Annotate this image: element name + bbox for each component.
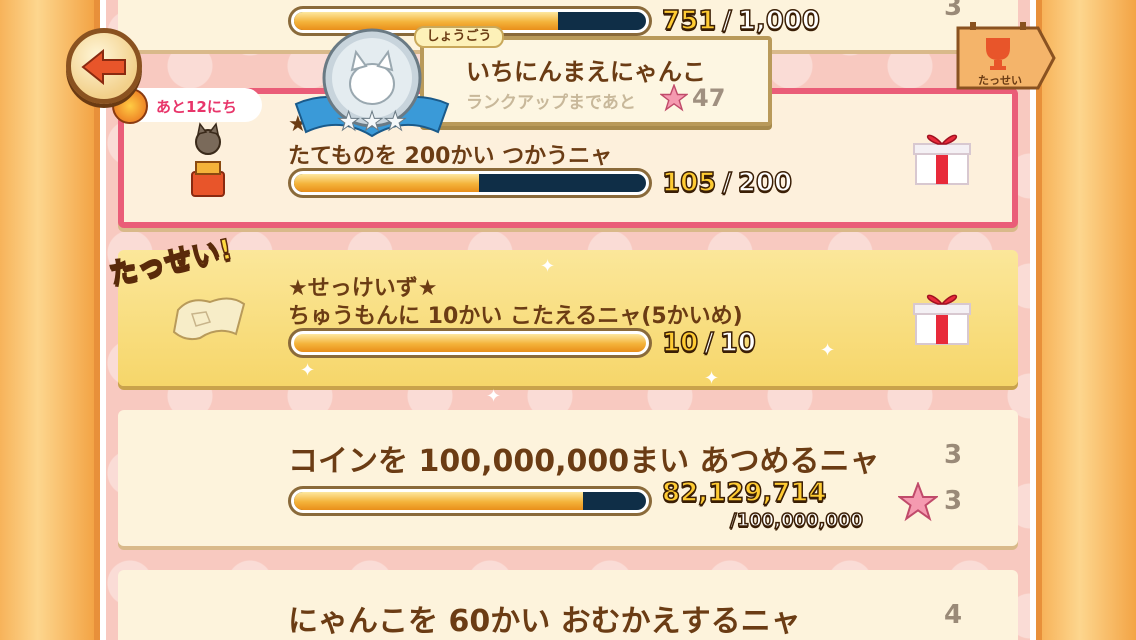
mission-progress-value: 105/200 xyxy=(661,167,793,199)
mission-progress-total: /100,000,000 xyxy=(729,509,863,532)
sparkle-icon: ✦ xyxy=(704,368,720,389)
mission-title-line2: ちゅうもんに 10かい こたえるニャ(5かいめ) xyxy=(288,304,743,329)
sparkle-icon: ✦ xyxy=(540,256,556,277)
rank-up-value: 47 xyxy=(692,84,726,112)
mission-count: 3 xyxy=(944,0,963,22)
reward-count: 3 xyxy=(944,486,963,516)
rank-title: いちにんまえにゃんこ xyxy=(466,58,706,86)
mission-count: 4 xyxy=(944,600,963,630)
achieved-label: たっせい xyxy=(978,74,1022,87)
pink-star-icon xyxy=(898,482,938,522)
mission-title: にゃんこを 60かい おむかえするニャ xyxy=(288,604,801,639)
right-frame xyxy=(1036,0,1136,640)
back-button[interactable] xyxy=(66,28,142,104)
gift-icon[interactable] xyxy=(910,284,974,348)
mission-progress-bar xyxy=(288,168,652,198)
mission-count: 3 xyxy=(944,440,963,470)
mission-progress-bar xyxy=(288,328,652,358)
mission-progress-current: 82,129,714 xyxy=(661,477,827,509)
mission-title: コインを 100,000,000まい あつめるニャ xyxy=(288,444,880,479)
deadline-label: あと12にち xyxy=(156,98,237,116)
gift-icon[interactable] xyxy=(910,124,974,188)
rank-tag: しょうごう xyxy=(414,26,504,48)
cat-statue-icon xyxy=(191,122,225,197)
mission-progress-bar xyxy=(288,486,652,516)
back-arrow-icon xyxy=(81,49,126,85)
pink-star-icon xyxy=(660,84,688,112)
blueprint-scroll-icon xyxy=(172,297,246,341)
mission-progress-value: 751/1,000 xyxy=(661,5,821,37)
svg-text:★★★: ★★★ xyxy=(337,107,407,137)
rank-up-label: ランクアップまであと xyxy=(466,93,636,113)
sparkle-icon: ✦ xyxy=(300,360,316,381)
sparkle-icon: ✦ xyxy=(486,386,502,407)
mission-progress-value: 10/10 xyxy=(661,327,756,359)
sparkle-icon: ✦ xyxy=(820,340,836,361)
